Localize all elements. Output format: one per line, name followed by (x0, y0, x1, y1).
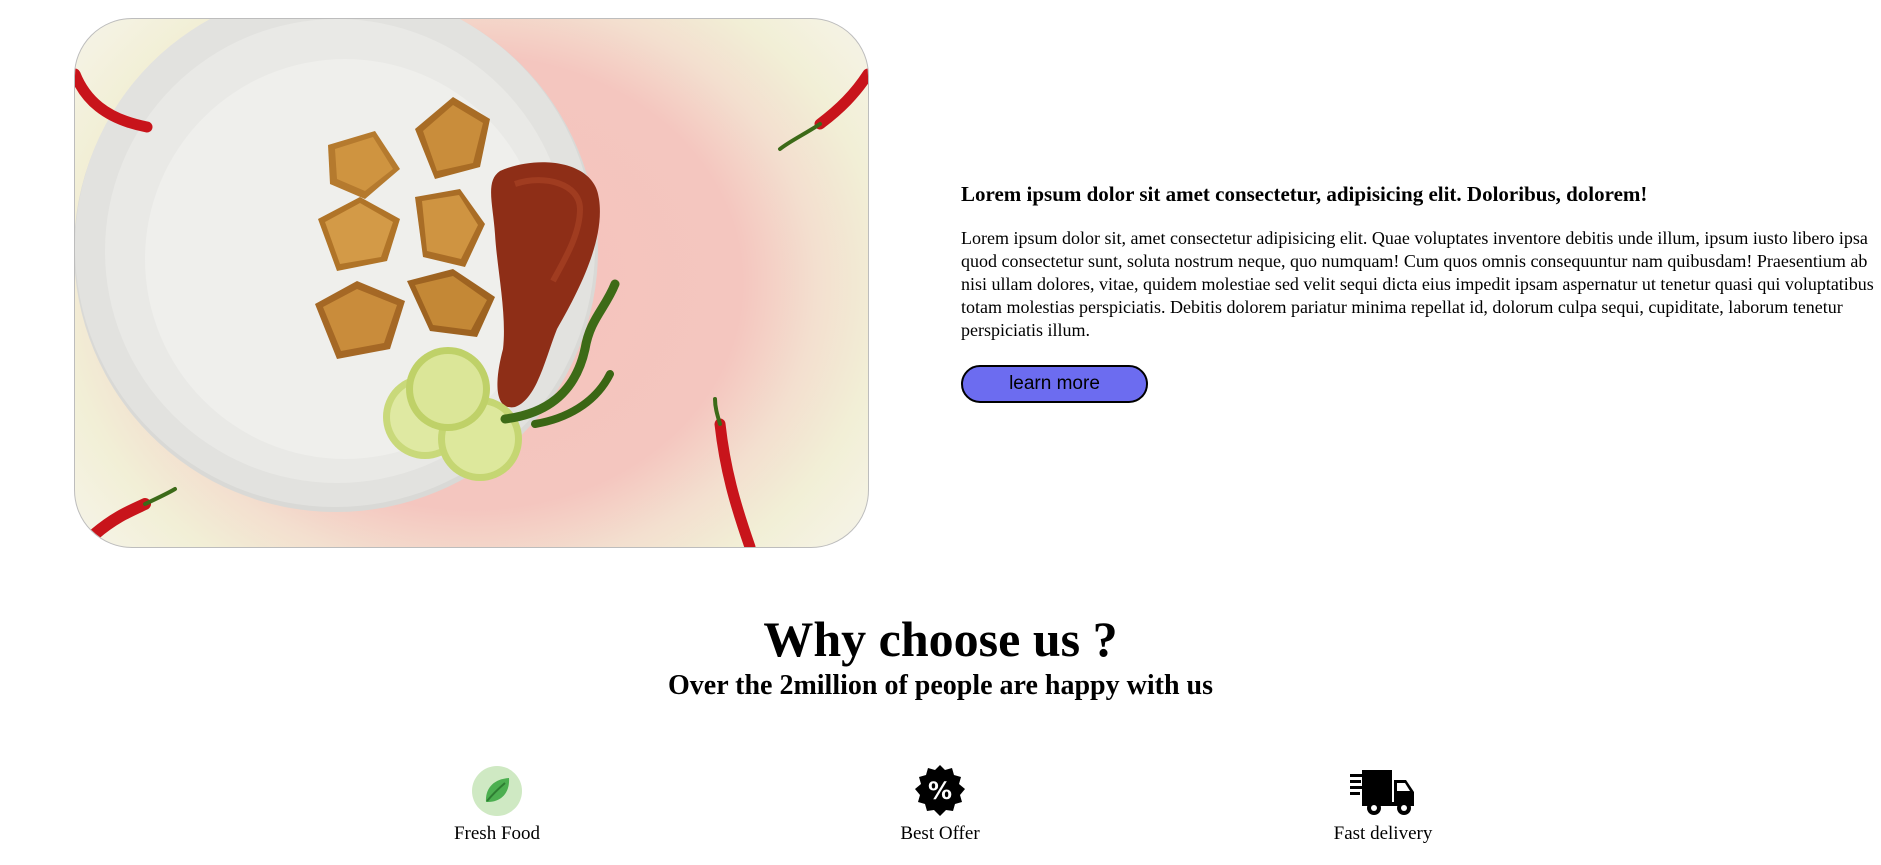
feature-label: Fresh Food (453, 823, 541, 844)
feature-fresh-food: Fresh Food (397, 764, 597, 846)
hero-food-image (74, 18, 869, 548)
feature-best-offer: % Best Offer (840, 764, 1040, 846)
svg-text:%: % (928, 777, 952, 805)
why-choose-us-subtitle: Over the 2million of people are happy wi… (667, 670, 1213, 701)
intro-heading: Lorem ipsum dolor sit amet consectetur, … (961, 182, 1648, 206)
why-choose-us-title: Why choose us ? (763, 611, 1118, 667)
delivery-truck-icon (1350, 764, 1416, 818)
learn-more-button[interactable]: learn more (961, 365, 1148, 403)
discount-badge-icon: % (913, 764, 967, 818)
leaf-icon (470, 764, 524, 818)
intro-section: Lorem ipsum dolor sit amet consectetur, … (961, 180, 1881, 403)
feature-label: Fast delivery (1333, 823, 1433, 844)
feature-label: Best Offer (900, 823, 980, 844)
intro-paragraph: Lorem ipsum dolor sit, amet consectetur … (961, 228, 1874, 340)
feature-fast-delivery: Fast delivery (1283, 764, 1483, 846)
